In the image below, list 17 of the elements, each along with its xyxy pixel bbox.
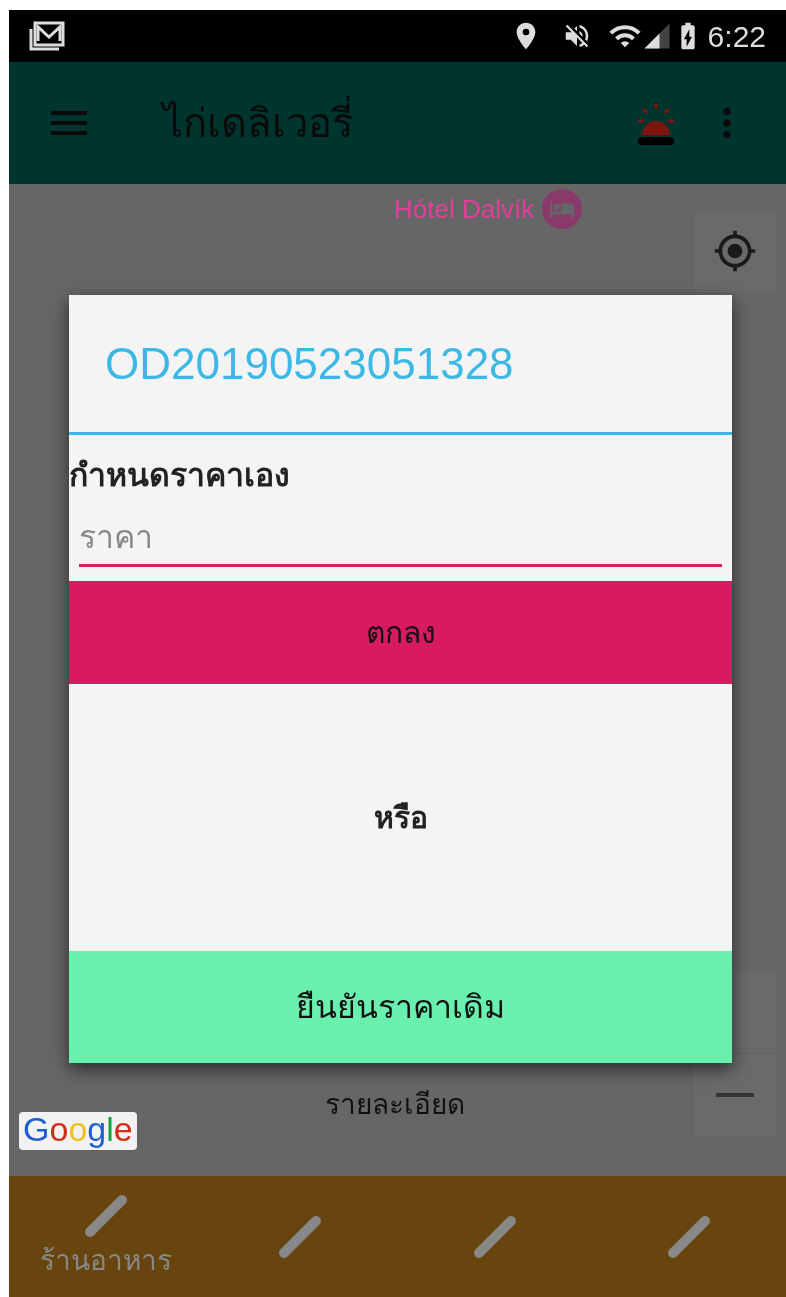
map-caption: รายละเอียด <box>325 1088 465 1122</box>
google-logo: Google <box>19 1112 137 1150</box>
location-target-icon <box>713 229 757 273</box>
mail-notification-icon <box>29 21 65 51</box>
map-place-label: Hótel Dalvík <box>394 192 535 226</box>
minus-icon <box>716 1093 754 1097</box>
hotel-pin-icon <box>542 189 583 229</box>
my-location-button[interactable] <box>694 210 776 292</box>
or-separator: หรือ <box>373 800 428 836</box>
clock: 6:22 <box>707 18 766 55</box>
field-label: กำหนดราคาเอง <box>69 456 291 495</box>
nav-label[interactable]: ร้านอาหาร <box>40 1239 173 1282</box>
price-input-field[interactable]: ราคา <box>79 511 722 567</box>
dialog-title: OD20190523051328 <box>105 337 514 390</box>
zoom-out-button[interactable] <box>694 1054 776 1136</box>
confirm-original-price-button[interactable]: ยืนยันราคาเดิม <box>69 951 732 1063</box>
ok-button[interactable]: ตกลง <box>69 581 732 684</box>
